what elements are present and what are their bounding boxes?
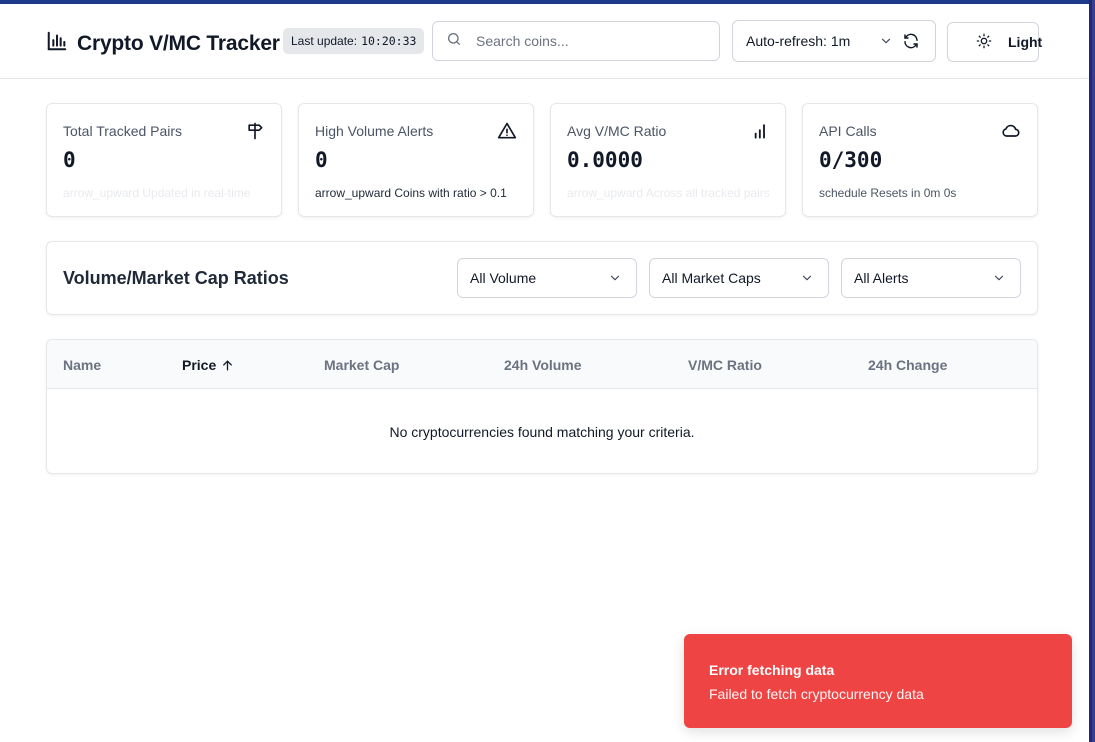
cloud-icon [1001,121,1021,141]
app-title: Crypto V/MC Tracker [77,31,280,55]
search-input[interactable] [474,32,708,50]
search-icon [433,31,462,52]
signpost-icon [245,121,265,141]
stat-title: High Volume Alerts [315,123,434,139]
stat-subtitle: arrow_upward Updated in real-time [63,186,251,200]
empty-state-message: No cryptocurrencies found matching your … [389,424,695,440]
column-header-market-cap[interactable]: Market Cap [324,357,399,373]
stat-card-total-pairs: Total Tracked Pairs 0 arrow_upward Updat… [46,103,282,217]
signal-bars-icon [749,121,769,141]
toast-title: Error fetching data [709,662,835,678]
stat-title: Avg V/MC Ratio [567,123,667,139]
theme-label: Light [1008,34,1043,50]
chevron-down-icon [802,275,812,281]
search-box[interactable] [432,21,720,61]
crypto-table: Name Price Market Cap 24h Volume V/MC Ra… [46,339,1038,474]
stat-card-api-calls: API Calls 0/300 schedule Resets in 0m 0s [802,103,1038,217]
filter-bar: Volume/Market Cap Ratios All Volume All … [46,241,1038,315]
stat-title: Total Tracked Pairs [63,123,183,139]
stat-title: API Calls [819,123,877,139]
last-update-label: Last update: [291,34,358,48]
stat-value: 0.0000 [567,148,643,172]
last-update-time: 10:20:33 [361,34,417,48]
bar-chart-icon [46,30,68,57]
stat-card-high-volume-alerts: High Volume Alerts 0 arrow_upward Coins … [298,103,534,217]
market-cap-filter-value: All Market Caps [662,270,761,286]
auto-refresh-label: Auto-refresh: 1m [746,33,851,49]
column-header-24h-change[interactable]: 24h Change [868,357,947,373]
column-header-vmc-ratio[interactable]: V/MC Ratio [688,357,762,373]
brand: Crypto V/MC Tracker [46,30,280,57]
theme-toggle-button[interactable]: Light [947,22,1043,62]
window-edge [1089,0,1095,742]
stat-card-avg-ratio: Avg V/MC Ratio 0.0000 arrow_upward Acros… [550,103,786,217]
column-header-price[interactable]: Price [182,357,234,373]
stat-value: 0/300 [819,148,883,172]
stat-value: 0 [63,148,76,172]
app-header: Crypto V/MC Tracker Last update: 10:20:3… [0,4,1089,79]
arrow-up-icon [223,360,233,370]
stat-subtitle: arrow_upward Across all tracked pairs [567,186,770,200]
stat-value: 0 [315,148,328,172]
alerts-filter-value: All Alerts [854,270,909,286]
alerts-filter-select[interactable]: All Alerts [841,258,1021,298]
column-header-price-label: Price [182,357,217,373]
sun-icon [964,33,992,52]
chevron-down-icon [610,275,620,281]
section-title: Volume/Market Cap Ratios [63,268,289,288]
auto-refresh-select[interactable]: Auto-refresh: 1m [732,20,936,62]
error-toast[interactable]: Error fetching data Failed to fetch cryp… [684,634,1072,728]
refresh-icon[interactable] [902,32,920,50]
alert-triangle-icon [497,121,517,141]
chevron-down-icon [879,34,893,48]
volume-filter-value: All Volume [470,270,537,286]
stat-subtitle: arrow_upward Coins with ratio > 0.1 [315,186,507,200]
market-cap-filter-select[interactable]: All Market Caps [649,258,829,298]
last-update-badge: Last update: 10:20:33 [283,28,425,54]
stat-subtitle: schedule Resets in 0m 0s [819,186,957,200]
volume-filter-select[interactable]: All Volume [457,258,637,298]
column-header-24h-volume[interactable]: 24h Volume [504,357,582,373]
toast-description: Failed to fetch cryptocurrency data [709,686,924,702]
chevron-down-icon [994,275,1004,281]
column-header-name[interactable]: Name [63,357,101,373]
table-header: Name Price Market Cap 24h Volume V/MC Ra… [47,340,1037,389]
